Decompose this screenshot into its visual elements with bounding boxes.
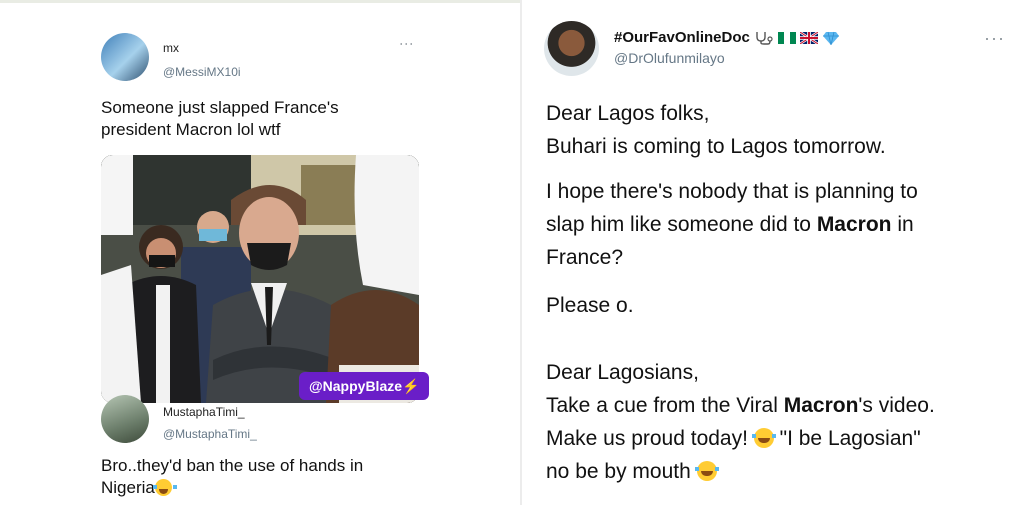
tweet-line: 's video. — [858, 394, 935, 417]
avatar[interactable] — [544, 21, 599, 76]
tweet-line: Buhari is coming to Lagos tomorrow. — [546, 135, 886, 158]
reply-author-name[interactable]: MustaphaTimi_ — [163, 405, 245, 419]
tweet-line: Dear Lagos folks, — [546, 102, 710, 125]
tweet-author-name[interactable]: mx — [163, 41, 179, 55]
reply-author-handle[interactable]: @MustaphaTimi_ — [163, 427, 257, 441]
tweet-author-name[interactable]: #OurFavOnlineDoc — [614, 29, 839, 46]
tweet-author-handle[interactable]: @DrOlufunmilayo — [614, 50, 725, 66]
tweet-paragraph-2: I hope there's nobody that is planning t… — [546, 175, 1016, 274]
tweet-photo[interactable] — [101, 155, 419, 403]
tweet-line: I hope there's nobody that is planning t… — [546, 180, 918, 203]
photo-illustration — [101, 155, 419, 403]
more-options-icon[interactable]: ⋮ — [399, 37, 415, 51]
tweet-line: in — [891, 213, 914, 236]
stethoscope-icon — [756, 32, 773, 45]
more-options-icon[interactable]: ··· — [984, 28, 1005, 49]
bold-word: Macron — [783, 394, 859, 417]
tweet-line: no be by mouth — [546, 460, 697, 483]
reply-text-line2: Nigeria — [101, 477, 155, 497]
right-panel: #OurFavOnlineDoc @DrOlufunmilayo ··· Dea… — [520, 0, 1024, 505]
bold-word: Macron — [816, 213, 892, 236]
reply-text: Bro..they'd ban the use of hands in Nige… — [101, 455, 421, 499]
bolt-icon: ⚡ — [402, 378, 420, 394]
reply-text-line1: Bro..they'd ban the use of hands in — [101, 456, 364, 475]
nigeria-flag-icon — [778, 32, 797, 45]
avatar[interactable] — [101, 33, 149, 81]
tweet-line: slap him like someone did to — [546, 213, 817, 236]
tweet-paragraph-4: Dear Lagosians, Take a cue from the Vira… — [546, 356, 1016, 488]
tweet-line: Take a cue from the Viral — [546, 394, 784, 417]
tweet-line: Dear Lagosians, — [546, 361, 699, 384]
avatar[interactable] — [101, 395, 149, 443]
tweet-paragraph-3: Please o. — [546, 294, 634, 317]
tweet-line: Make us proud today! — [546, 427, 754, 450]
left-panel: mx @MessiMX10i ⋮ Someone just slapped Fr… — [0, 0, 520, 505]
tweet-line: France? — [546, 246, 624, 269]
tweet-paragraph-1: Dear Lagos folks, Buhari is coming to La… — [546, 97, 1016, 163]
uk-flag-icon — [800, 32, 819, 45]
author-name-text: #OurFavOnlineDoc — [614, 29, 750, 46]
tweet-line: "I be Lagosian" — [773, 427, 921, 450]
tweet-author-handle[interactable]: @MessiMX10i — [163, 65, 241, 79]
laughing-emoji-icon — [751, 428, 776, 448]
watermark-badge: @NappyBlaze⚡ — [299, 372, 430, 400]
diamond-icon — [822, 31, 839, 46]
laughing-emoji-icon — [694, 461, 719, 481]
watermark-text: @NappyBlaze — [309, 378, 403, 394]
laughing-emoji-icon — [152, 478, 177, 496]
tweet-text: Someone just slapped France's president … — [101, 98, 339, 139]
